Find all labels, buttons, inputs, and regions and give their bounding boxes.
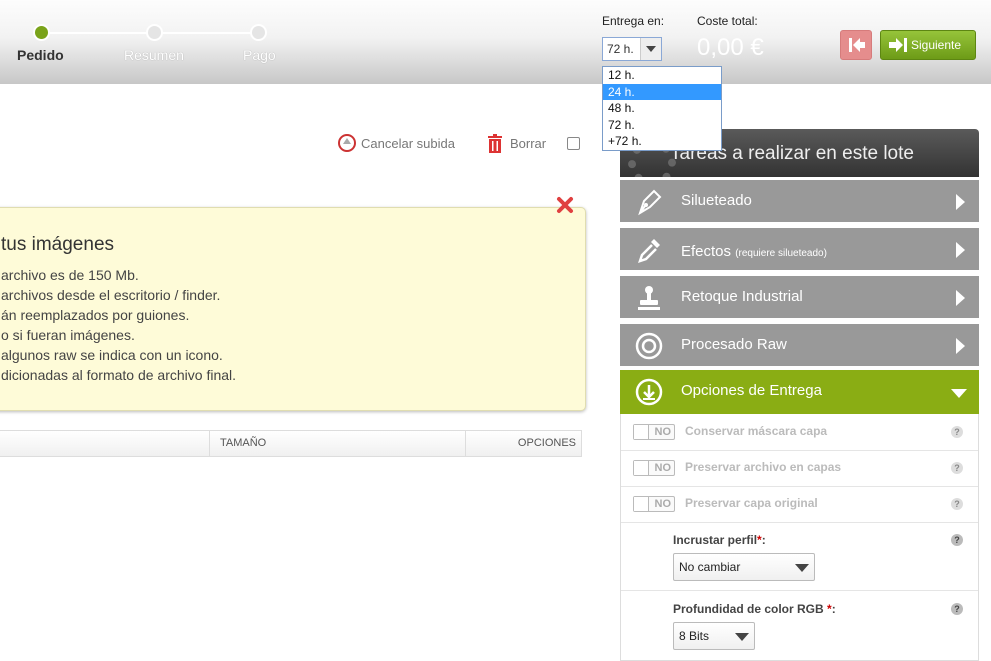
info-line: archivos desde el escritorio / finder.	[1, 287, 221, 303]
delivery-dropdown-list[interactable]: 12 h. 24 h. 48 h. 72 h. +72 h.	[602, 66, 722, 151]
toggle-state: NO	[654, 426, 672, 438]
depth-select[interactable]: 8 Bits	[673, 622, 755, 650]
trash-icon[interactable]	[487, 134, 503, 153]
step-label-pedido[interactable]: Pedido	[17, 47, 64, 63]
section-silueteado[interactable]: Silueteado	[620, 180, 979, 224]
next-button[interactable]: Siguiente	[880, 30, 976, 60]
option-row-mascara: NO Conservar máscara capa ?	[621, 414, 978, 451]
cancel-upload-icon[interactable]	[338, 134, 356, 152]
option-label: Preservar capa original	[685, 496, 818, 510]
delivery-select[interactable]: 72 h.	[602, 37, 662, 61]
profile-select-value: No cambiar	[679, 560, 741, 574]
option-label: Conservar máscara capa	[685, 424, 828, 438]
help-icon[interactable]: ?	[951, 462, 963, 474]
stamp-icon	[638, 286, 660, 310]
info-line: archivo es de 150 Mb.	[1, 267, 139, 283]
section-label: Silueteado	[681, 192, 752, 209]
section-label: Opciones de Entrega	[681, 382, 822, 399]
total-value: 0,00 €	[697, 34, 764, 61]
delivery-option-72h[interactable]: 72 h.	[603, 117, 721, 134]
chevron-down-icon	[795, 564, 809, 572]
pen-tool-icon	[638, 189, 662, 216]
delivery-option-12h[interactable]: 12 h.	[603, 67, 721, 84]
info-line: dicionadas al formato de archivo final.	[1, 367, 237, 383]
option-row-capas: NO Preservar archivo en capas ?	[621, 450, 978, 487]
next-arrow-icon	[889, 38, 907, 52]
chevron-down-icon	[951, 389, 967, 398]
delivery-option-plus72h[interactable]: +72 h.	[603, 133, 721, 150]
step-label-pago[interactable]: Pago	[243, 47, 276, 63]
delivery-options-panel: NO Conservar máscara capa ? NO Preservar…	[620, 414, 979, 661]
depth-select-value: 8 Bits	[679, 629, 710, 643]
section-label: Procesado Raw	[681, 336, 787, 353]
option-row-perfil: Incrustar perfil*: ? No cambiar	[621, 522, 978, 591]
option-row-profundidad: Profundidad de color RGB *: ? 8 Bits	[621, 591, 978, 661]
section-label: Retoque Industrial	[681, 288, 803, 305]
help-icon[interactable]: ?	[951, 426, 963, 438]
delivery-option-48h[interactable]: 48 h.	[603, 100, 721, 117]
close-icon[interactable]	[556, 196, 574, 214]
toggle-state: NO	[654, 498, 672, 510]
files-table-header: TAMAÑO OPCIONES	[0, 430, 582, 457]
delete-button[interactable]: Borrar	[510, 136, 546, 151]
section-opciones-entrega[interactable]: Opciones de Entrega	[620, 370, 979, 414]
section-retoque-industrial[interactable]: Retoque Industrial	[620, 276, 979, 320]
delivery-selected-value: 72 h.	[607, 42, 634, 56]
chevron-right-icon	[956, 290, 965, 306]
section-efectos[interactable]: Efectos (requiere silueteado)	[620, 228, 979, 272]
chevron-right-icon	[956, 194, 965, 210]
download-icon	[635, 378, 663, 406]
info-line: án reemplazados por guiones.	[1, 307, 190, 323]
back-button[interactable]	[840, 30, 872, 60]
step-label-resumen[interactable]: Resumen	[124, 47, 184, 63]
profile-select[interactable]: No cambiar	[673, 553, 815, 581]
info-line: o si fueran imágenes.	[1, 327, 135, 343]
toggle-state: NO	[654, 462, 672, 474]
depth-label: Profundidad de color RGB *:	[673, 602, 836, 616]
toggle-capa-original[interactable]: NO	[633, 496, 675, 512]
cancel-upload-button[interactable]: Cancelar subida	[361, 136, 455, 151]
step-dot-pedido[interactable]	[33, 24, 50, 41]
help-icon[interactable]: ?	[951, 534, 963, 546]
chevron-down-icon[interactable]	[640, 38, 661, 60]
dropper-icon	[638, 239, 660, 263]
section-note: (requiere silueteado)	[735, 248, 827, 259]
delivery-option-24h[interactable]: 24 h.	[603, 83, 721, 100]
step-dot-resumen[interactable]	[146, 24, 163, 41]
info-title: tus imágenes	[1, 234, 115, 255]
chevron-right-icon	[956, 338, 965, 354]
upload-info-box: tus imágenes archivo es de 150 Mb. archi…	[0, 207, 586, 411]
toggle-mascara[interactable]: NO	[633, 424, 675, 440]
total-label: Coste total:	[697, 14, 758, 28]
header: Pedido Resumen Pago Entrega en: 72 h. Co…	[0, 0, 991, 84]
toggle-capas[interactable]: NO	[633, 460, 675, 476]
next-button-label: Siguiente	[911, 38, 962, 52]
info-line: algunos raw se indica con un icono.	[1, 347, 223, 363]
back-arrow-icon	[849, 38, 865, 52]
chevron-right-icon	[956, 242, 965, 258]
column-options[interactable]: OPCIONES	[465, 431, 576, 456]
select-all-checkbox[interactable]	[567, 137, 580, 150]
section-label: Efectos	[681, 243, 732, 260]
option-row-capa-original: NO Preservar capa original ?	[621, 486, 978, 523]
chevron-down-icon	[735, 633, 749, 641]
profile-label: Incrustar perfil*:	[673, 533, 766, 547]
help-icon[interactable]: ?	[951, 498, 963, 510]
option-label: Preservar archivo en capas	[685, 460, 842, 474]
column-size[interactable]: TAMAÑO	[209, 431, 465, 456]
section-procesado-raw[interactable]: Procesado Raw	[620, 324, 979, 368]
help-icon[interactable]: ?	[951, 603, 963, 615]
step-dot-pago[interactable]	[250, 24, 267, 41]
delivery-label: Entrega en:	[602, 14, 665, 28]
lens-icon	[635, 332, 663, 360]
